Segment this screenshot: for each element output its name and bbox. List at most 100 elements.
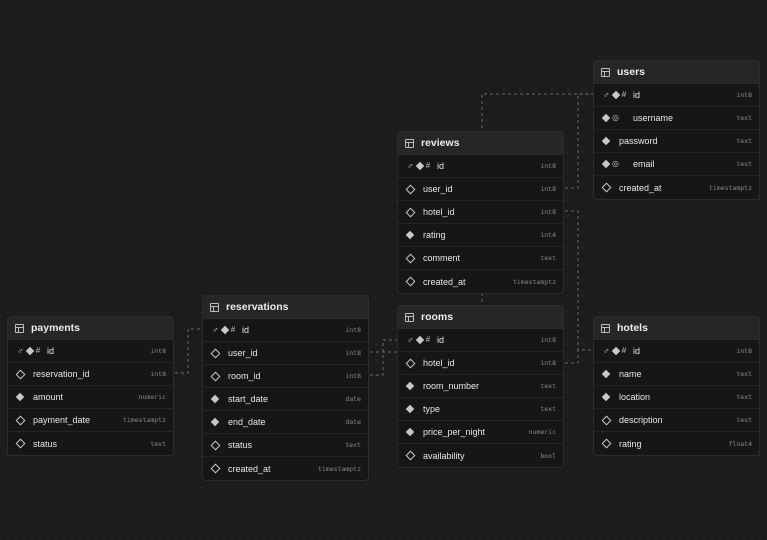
column-name: type <box>423 404 441 414</box>
hollow-diamond-icon <box>210 463 221 474</box>
fingerprint-icon: ◎ <box>612 113 619 122</box>
column-icons <box>405 404 423 414</box>
table-hotels[interactable]: hotels ♂ # id int8 name text location text descri… <box>593 316 760 456</box>
key-icon: ♂ <box>407 160 414 171</box>
table-header[interactable]: hotels <box>594 317 759 340</box>
column-row-hotel-id[interactable]: hotel_id int8 <box>398 201 563 224</box>
schema-canvas[interactable]: users ♂ # id int8 ◎ username text password text ◎ e… <box>0 0 767 540</box>
column-row-name[interactable]: name text <box>594 363 759 386</box>
table-header[interactable]: reservations <box>203 296 368 319</box>
column-row-rating[interactable]: rating int4 <box>398 224 563 247</box>
column-row-id[interactable]: ♂ # id int8 <box>594 340 759 363</box>
column-row-created-at[interactable]: created_at timestamptz <box>398 270 563 293</box>
filled-diamond-icon <box>405 404 415 414</box>
filled-diamond-icon <box>405 230 415 240</box>
column-row-room-id[interactable]: room_id int8 <box>203 365 368 388</box>
column-type: timestamptz <box>317 464 361 473</box>
column-name: status <box>228 440 253 450</box>
column-icons: ♂ # <box>603 90 633 100</box>
column-type: int8 <box>540 336 556 344</box>
column-icons <box>210 348 228 358</box>
column-type: int8 <box>150 347 166 355</box>
column-row-id[interactable]: ♂ # id int8 <box>594 84 759 107</box>
hash-icon: # <box>621 346 627 355</box>
hollow-diamond-icon <box>405 358 416 368</box>
table-name: rooms <box>421 311 454 323</box>
column-row-created-at[interactable]: created_at timestamptz <box>594 176 759 199</box>
column-type: text <box>736 160 752 168</box>
column-type: text <box>150 439 166 448</box>
hollow-diamond-icon <box>405 184 416 194</box>
column-row-status[interactable]: status text <box>8 432 173 455</box>
table-icon <box>405 312 414 322</box>
column-row-created-at[interactable]: created_at timestamptz <box>203 457 368 480</box>
column-icons <box>210 394 228 404</box>
column-name: rating <box>423 230 446 240</box>
hollow-diamond-icon <box>405 253 416 263</box>
column-row-comment[interactable]: comment text <box>398 247 563 270</box>
column-type: int8 <box>345 349 361 357</box>
table-header[interactable]: reviews <box>398 132 563 155</box>
column-icons <box>405 358 423 368</box>
hollow-diamond-icon <box>601 438 612 449</box>
table-users[interactable]: users ♂ # id int8 ◎ username text password text ◎ e… <box>593 60 760 200</box>
filled-diamond-icon <box>601 369 611 379</box>
column-row-user-id[interactable]: user_id int8 <box>398 178 563 201</box>
column-type: text <box>345 441 361 449</box>
hash-icon: # <box>425 335 431 344</box>
column-icons <box>405 184 423 194</box>
table-payments[interactable]: payments ♂ # id int8 reservation_id int8 amount… <box>7 316 174 456</box>
table-header[interactable]: rooms <box>398 306 563 329</box>
column-row-room-number[interactable]: room_number text <box>398 375 563 398</box>
column-row-end-date[interactable]: end_date date <box>203 411 368 434</box>
filled-diamond-icon <box>210 417 220 427</box>
column-row-type[interactable]: type text <box>398 398 563 421</box>
table-header[interactable]: payments <box>8 317 173 340</box>
column-icons <box>601 392 619 402</box>
column-row-id[interactable]: ♂ # id int8 <box>398 155 563 178</box>
column-type: int8 <box>540 359 556 367</box>
relation-reviews-hotel-id-to-hotels <box>565 210 593 351</box>
column-row-availability[interactable]: availability bool <box>398 444 563 467</box>
column-row-start-date[interactable]: start_date date <box>203 388 368 411</box>
key-icon: ♂ <box>603 345 610 356</box>
key-icon: ♂ <box>17 345 24 356</box>
filled-diamond-icon <box>601 113 611 123</box>
column-type: int8 <box>540 185 556 193</box>
hollow-diamond-icon <box>210 440 221 450</box>
column-row-location[interactable]: location text <box>594 386 759 409</box>
table-header[interactable]: users <box>594 61 759 84</box>
column-row-status[interactable]: status text <box>203 434 368 457</box>
column-row-rating[interactable]: rating float4 <box>594 432 759 455</box>
column-row-id[interactable]: ♂ # id int8 <box>203 319 368 342</box>
column-row-id[interactable]: ♂ # id int8 <box>8 340 173 363</box>
fingerprint-icon: ◎ <box>612 159 619 168</box>
column-row-email[interactable]: ◎ email text <box>594 153 759 176</box>
column-row-price-per-night[interactable]: price_per_night numeric <box>398 421 563 444</box>
table-reservations[interactable]: reservations ♂ # id int8 user_id int8 room_id in… <box>202 295 369 481</box>
column-row-hotel-id[interactable]: hotel_id int8 <box>398 352 563 375</box>
hash-icon: # <box>425 161 431 170</box>
column-name: email <box>633 159 655 169</box>
relation-rooms-hotel-id-to-hotels <box>565 349 593 364</box>
column-icons <box>601 438 619 449</box>
column-type: float4 <box>728 439 752 448</box>
hollow-diamond-icon <box>405 207 416 217</box>
column-row-amount[interactable]: amount numeric <box>8 386 173 409</box>
column-row-username[interactable]: ◎ username text <box>594 107 759 130</box>
column-row-user-id[interactable]: user_id int8 <box>203 342 368 365</box>
table-reviews[interactable]: reviews ♂ # id int8 user_id int8 hotel_id int8 ra… <box>397 131 564 294</box>
column-row-password[interactable]: password text <box>594 130 759 153</box>
column-type: timestamptz <box>512 277 556 286</box>
column-type: text <box>736 416 752 424</box>
column-row-payment-date[interactable]: payment_date timestamptz <box>8 409 173 432</box>
column-name: comment <box>423 253 461 263</box>
column-row-id[interactable]: ♂ # id int8 <box>398 329 563 352</box>
column-name: description <box>619 415 663 425</box>
table-rooms[interactable]: rooms ♂ # id int8 hotel_id int8 room_number text… <box>397 305 564 468</box>
column-row-reservation-id[interactable]: reservation_id int8 <box>8 363 173 386</box>
column-type: int8 <box>345 326 361 334</box>
table-name: users <box>617 66 646 78</box>
column-row-description[interactable]: description text <box>594 409 759 432</box>
column-name: name <box>619 369 642 379</box>
